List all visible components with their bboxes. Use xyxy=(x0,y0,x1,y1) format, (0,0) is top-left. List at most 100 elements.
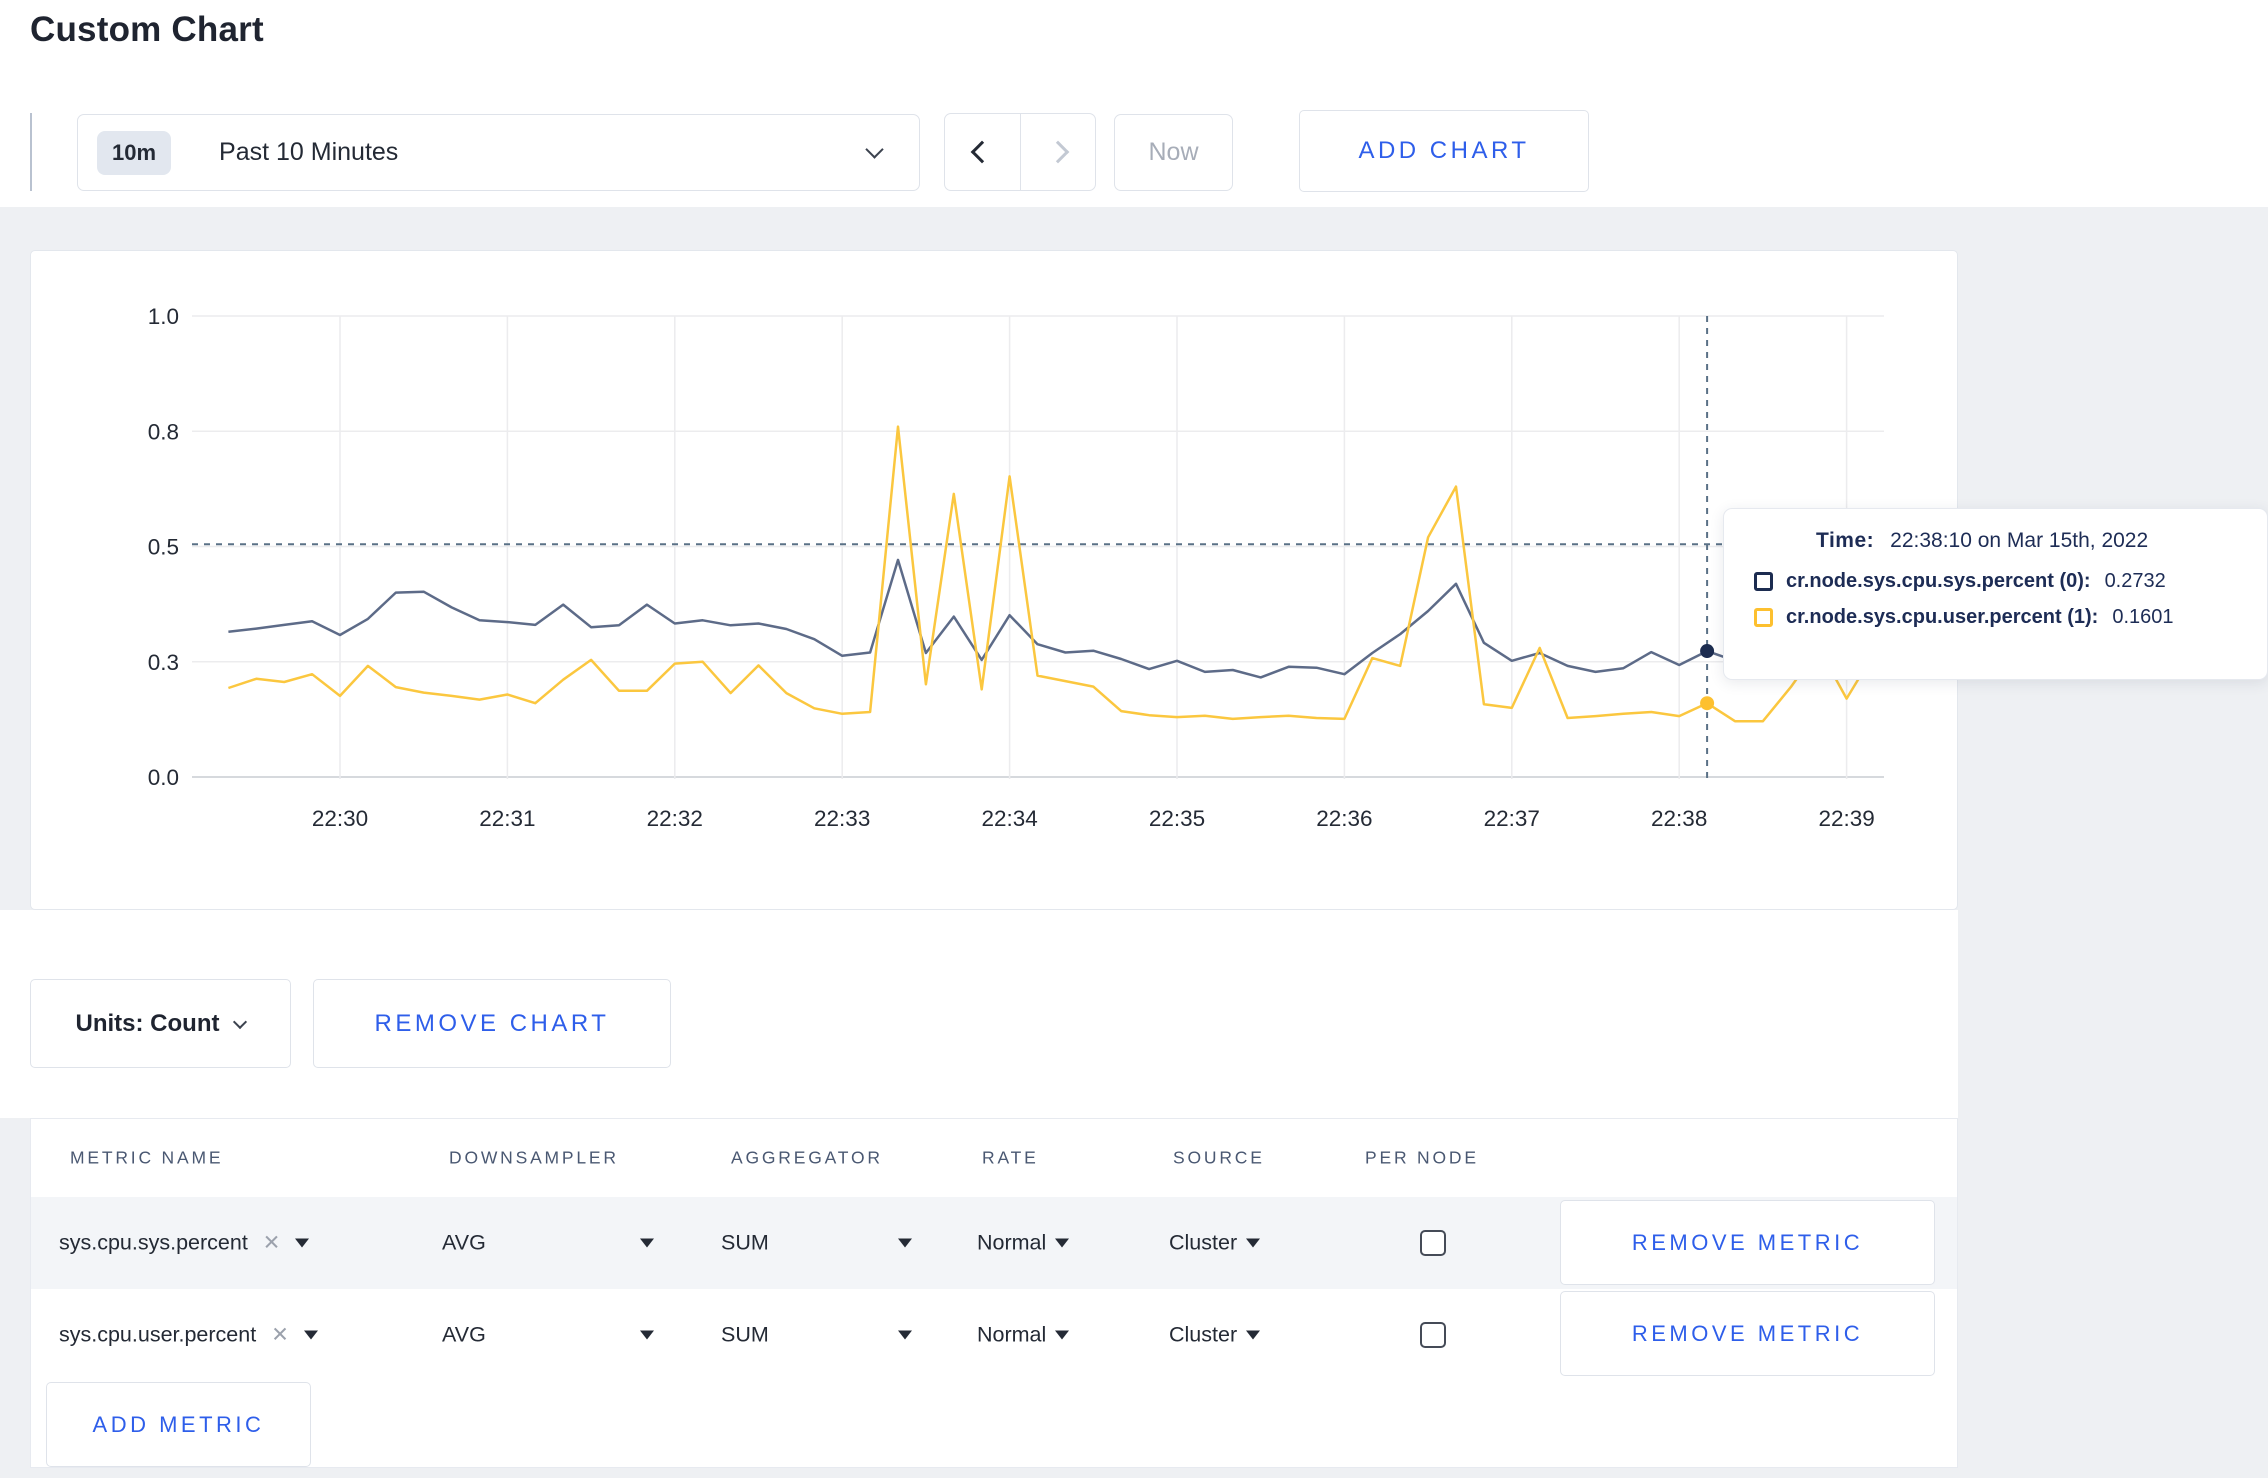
col-header-rate: RATE xyxy=(982,1147,1039,1168)
tooltip-series-label: cr.node.sys.cpu.sys.percent (0): xyxy=(1786,570,2091,592)
series-user-swatch-icon xyxy=(1754,608,1773,627)
series-line-cr.node.sys.cpu.user.percent xyxy=(228,425,1876,723)
aggregator-value: SUM xyxy=(721,1230,769,1255)
x-axis-tick-label: 22:30 xyxy=(312,806,368,831)
caret-down-icon xyxy=(1246,1330,1261,1340)
metric-row-user: sys.cpu.user.percent ✕ AVG SUM Normal Cl… xyxy=(31,1289,1957,1381)
x-axis-tick-label: 22:37 xyxy=(1484,806,1540,831)
add-chart-label: ADD CHART xyxy=(1358,137,1530,164)
aggregator-select[interactable]: SUM xyxy=(721,1231,912,1256)
next-range-button[interactable] xyxy=(1019,114,1096,190)
x-axis-tick-label: 22:32 xyxy=(647,806,703,831)
rate-select[interactable]: Normal xyxy=(977,1322,1070,1348)
caret-down-icon xyxy=(1055,1330,1070,1340)
chart-card: 0.0 0.3 0.5 0.8 1.0 22:30 22:31 22:32 22:33 22:34… xyxy=(30,250,1958,910)
tooltip-time-label: Time: xyxy=(1816,529,1875,552)
series-sys-swatch-icon xyxy=(1754,572,1773,591)
tooltip-series-row: cr.node.sys.cpu.sys.percent (0): 0.2732 xyxy=(1754,570,2267,593)
metric-name-select[interactable]: sys.cpu.sys.percent ✕ xyxy=(59,1230,310,1256)
units-select-label: Units: Count xyxy=(75,1009,220,1037)
time-range-label: Past 10 Minutes xyxy=(219,138,399,166)
caret-down-icon xyxy=(898,1330,912,1340)
remove-metric-button[interactable]: REMOVE METRIC xyxy=(1560,1200,1935,1285)
tooltip-series-row: cr.node.sys.cpu.user.percent (1): 0.1601 xyxy=(1754,606,2267,629)
series-line-cr.node.sys.cpu.sys.percent xyxy=(228,558,1875,679)
x-axis-tick-label: 22:31 xyxy=(479,806,535,831)
chevron-down-icon xyxy=(865,140,884,159)
source-select[interactable]: Cluster xyxy=(1169,1230,1261,1256)
y-axis-tick-label: 0.0 xyxy=(148,765,179,790)
remove-chart-label: REMOVE CHART xyxy=(374,1009,610,1037)
time-range-badge: 10m xyxy=(97,130,172,175)
tooltip-time-row: Time: 22:38:10 on Mar 15th, 2022 xyxy=(1816,529,2267,553)
source-value: Cluster xyxy=(1169,1230,1238,1255)
downsampler-value: AVG xyxy=(442,1230,486,1255)
tooltip-series-value: 0.1601 xyxy=(2112,606,2174,628)
y-axis-tick-label: 1.0 xyxy=(148,304,179,329)
rate-value: Normal xyxy=(977,1230,1047,1255)
add-metric-button[interactable]: ADD METRIC xyxy=(46,1382,311,1467)
x-axis-tick-label: 22:38 xyxy=(1651,806,1707,831)
toolbar-accent-divider xyxy=(30,113,32,191)
metric-row-sys: sys.cpu.sys.percent ✕ AVG SUM Normal Clu… xyxy=(31,1197,1957,1289)
col-header-metric-name: METRIC NAME xyxy=(70,1147,224,1168)
x-axis-tick-label: 22:34 xyxy=(981,806,1037,831)
prev-range-button[interactable] xyxy=(945,114,1020,190)
remove-metric-label: REMOVE METRIC xyxy=(1631,1320,1864,1346)
per-node-checkbox[interactable] xyxy=(1420,1322,1446,1348)
units-select[interactable]: Units: Count xyxy=(30,979,291,1068)
downsampler-select[interactable]: AVG xyxy=(442,1231,654,1256)
metric-name-select[interactable]: sys.cpu.user.percent ✕ xyxy=(59,1323,318,1348)
caret-down-icon xyxy=(295,1238,310,1248)
caret-down-icon xyxy=(1055,1238,1070,1248)
per-node-checkbox[interactable] xyxy=(1420,1230,1446,1256)
now-button[interactable]: Now xyxy=(1114,114,1233,191)
custom-chart-plot[interactable]: 0.0 0.3 0.5 0.8 1.0 22:30 22:31 22:32 22:33 22:34… xyxy=(31,251,1957,909)
x-axis-tick-label: 22:39 xyxy=(1818,806,1874,831)
metric-name-value: sys.cpu.sys.percent xyxy=(59,1230,248,1255)
metrics-table: METRIC NAME DOWNSAMPLER AGGREGATOR RATE … xyxy=(30,1118,1958,1468)
caret-down-icon xyxy=(1246,1238,1261,1248)
col-header-per-node: PER NODE xyxy=(1365,1147,1479,1168)
time-range-select[interactable]: 10m Past 10 Minutes xyxy=(77,114,920,191)
x-axis-tick-label: 22:36 xyxy=(1316,806,1372,831)
add-metric-label: ADD METRIC xyxy=(92,1411,265,1437)
caret-down-icon xyxy=(898,1238,912,1248)
clear-metric-icon[interactable]: ✕ xyxy=(263,1231,281,1256)
y-axis-tick-label: 0.5 xyxy=(148,535,179,560)
metrics-table-header: METRIC NAME DOWNSAMPLER AGGREGATOR RATE … xyxy=(31,1119,1957,1197)
col-header-aggregator: AGGREGATOR xyxy=(731,1147,883,1168)
caret-down-icon xyxy=(640,1330,654,1340)
tooltip-time-value: 22:38:10 on Mar 15th, 2022 xyxy=(1890,529,2149,552)
y-axis-tick-label: 0.8 xyxy=(148,419,179,444)
remove-metric-label: REMOVE METRIC xyxy=(1631,1229,1864,1255)
source-value: Cluster xyxy=(1169,1322,1238,1347)
mid-white-band xyxy=(0,910,1958,1118)
col-header-downsampler: DOWNSAMPLER xyxy=(449,1147,619,1168)
aggregator-select[interactable]: SUM xyxy=(721,1323,912,1348)
remove-chart-button[interactable]: REMOVE CHART xyxy=(313,979,671,1068)
clear-metric-icon[interactable]: ✕ xyxy=(271,1323,289,1348)
now-button-label: Now xyxy=(1148,138,1199,166)
add-chart-button[interactable]: ADD CHART xyxy=(1299,110,1589,192)
downsampler-select[interactable]: AVG xyxy=(442,1323,654,1348)
caret-down-icon xyxy=(640,1238,654,1248)
rate-select[interactable]: Normal xyxy=(977,1230,1070,1256)
chevron-down-icon xyxy=(233,1014,248,1029)
tooltip-series-value: 0.2732 xyxy=(2104,570,2166,592)
remove-metric-button[interactable]: REMOVE METRIC xyxy=(1560,1291,1935,1376)
metric-name-value: sys.cpu.user.percent xyxy=(59,1322,257,1347)
chart-hover-tooltip: Time: 22:38:10 on Mar 15th, 2022 cr.node.… xyxy=(1723,508,2268,680)
caret-down-icon xyxy=(303,1330,318,1340)
y-axis-tick-label: 0.3 xyxy=(148,650,179,675)
source-select[interactable]: Cluster xyxy=(1169,1322,1261,1348)
aggregator-value: SUM xyxy=(721,1322,769,1347)
page-title: Custom Chart xyxy=(30,10,264,49)
tooltip-series-label: cr.node.sys.cpu.user.percent (1): xyxy=(1786,606,2099,628)
col-header-source: SOURCE xyxy=(1173,1147,1265,1168)
chevron-left-icon xyxy=(970,140,994,164)
downsampler-value: AVG xyxy=(442,1322,486,1347)
x-axis-tick-label: 22:35 xyxy=(1149,806,1205,831)
chevron-right-icon xyxy=(1046,140,1070,164)
rate-value: Normal xyxy=(977,1322,1047,1347)
